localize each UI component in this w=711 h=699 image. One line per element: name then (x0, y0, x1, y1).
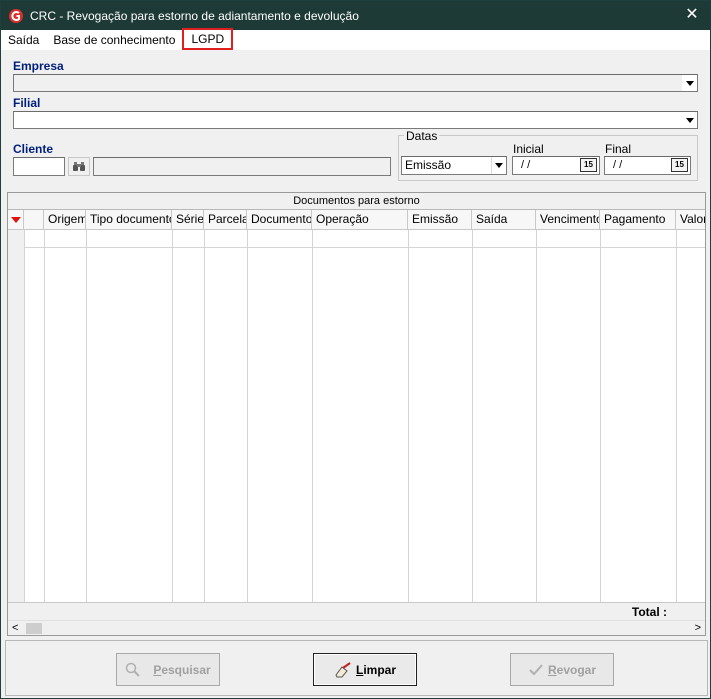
window-title: CRC - Revogação para estorno de adiantam… (30, 8, 359, 23)
empresa-dropdown-button[interactable] (682, 75, 697, 91)
grid-caption: Documentos para estorno (8, 193, 705, 210)
grid-line (86, 230, 87, 602)
col-origem[interactable]: Origem (44, 210, 86, 230)
chevron-down-icon (685, 80, 694, 86)
filial-label: Filial (13, 96, 41, 110)
filial-combo[interactable] (13, 111, 698, 129)
col-serie[interactable]: Série (172, 210, 204, 230)
revogar-label: evogar (556, 662, 597, 677)
grid-line (600, 230, 601, 602)
menu-base-conhecimento[interactable]: Base de conhecimento (46, 30, 182, 50)
grid-line (44, 230, 45, 602)
grid-line (24, 230, 25, 602)
title-bar: CRC - Revogação para estorno de adiantam… (1, 1, 710, 30)
grid-line (676, 230, 677, 602)
calendar-icon[interactable]: 15 (671, 158, 688, 172)
main-window: CRC - Revogação para estorno de adiantam… (0, 0, 711, 699)
final-date-value: / / (613, 159, 623, 171)
inicial-label: Inicial (513, 142, 544, 156)
sort-indicator-cell[interactable] (8, 210, 24, 230)
col-emissao[interactable]: Emissão (408, 210, 472, 230)
grid-line (408, 230, 409, 602)
grid-line (172, 230, 173, 602)
datas-type-select[interactable]: Emissão (401, 156, 507, 175)
calendar-icon[interactable]: 15 (580, 158, 597, 172)
datas-label: Datas (404, 129, 440, 143)
eraser-icon (335, 661, 351, 677)
menu-lgpd[interactable]: LGPD (182, 28, 234, 50)
cliente-code-input[interactable] (13, 157, 65, 176)
total-label: Total : (631, 605, 667, 619)
grid-total-bar: Total : (8, 602, 705, 620)
chevron-down-icon (495, 163, 503, 168)
grid-line (472, 230, 473, 602)
pesquisar-mnemonic: P (153, 662, 162, 677)
final-label: Final (605, 142, 632, 156)
pesquisar-button[interactable]: Pesquisar (116, 653, 220, 686)
scroll-right-icon[interactable]: > (695, 621, 701, 635)
col-operacao[interactable]: Operação (312, 210, 408, 230)
final-date-input[interactable]: / / 15 (604, 156, 691, 175)
empresa-combo[interactable] (13, 74, 698, 92)
grid-line (204, 230, 205, 602)
checkmark-icon (529, 663, 543, 675)
binoculars-icon (73, 161, 85, 171)
grid-line (247, 230, 248, 602)
col-saida[interactable]: Saída (472, 210, 536, 230)
row-indicator-column (8, 230, 24, 602)
filial-dropdown-button[interactable] (682, 112, 697, 128)
scroll-left-icon[interactable]: < (12, 621, 18, 635)
limpar-mnemonic: L (355, 662, 364, 677)
col-tipo-documento[interactable]: Tipo documento (86, 210, 172, 230)
horizontal-scrollbar[interactable]: < > (8, 620, 705, 635)
search-icon (126, 662, 141, 677)
empresa-label: Empresa (13, 59, 64, 73)
grid-line (312, 230, 313, 602)
row-select-header[interactable] (24, 210, 44, 230)
pesquisar-label: esquisar (161, 662, 211, 677)
revogar-button[interactable]: Revogar (510, 653, 614, 686)
limpar-button[interactable]: Limpar (313, 653, 417, 686)
documents-grid[interactable]: Documentos para estorno Origem Tipo docu… (7, 192, 706, 636)
col-vencimento[interactable]: Vencimento (536, 210, 600, 230)
action-bar: Pesquisar Limpar Revogar (5, 640, 708, 696)
col-pagamento[interactable]: Pagamento (600, 210, 676, 230)
cliente-name-field (93, 157, 391, 176)
col-documento[interactable]: Documento (247, 210, 312, 230)
close-icon[interactable]: ✕ (682, 5, 702, 25)
empresa-value (14, 77, 17, 89)
limpar-label: impar (363, 662, 397, 677)
chevron-down-icon (685, 117, 694, 123)
cliente-search-button[interactable] (68, 157, 90, 176)
grid-header: Origem Tipo documento Série Parcela Docu… (8, 210, 705, 230)
col-parcela[interactable]: Parcela (204, 210, 247, 230)
datas-type-value: Emissão (405, 158, 452, 172)
menu-saida[interactable]: Saída (1, 30, 46, 50)
revogar-mnemonic: R (547, 662, 557, 677)
datas-type-dropdown-button[interactable] (491, 157, 506, 174)
scroll-thumb[interactable] (26, 623, 42, 634)
filial-value (14, 114, 17, 126)
grid-line (536, 230, 537, 602)
col-valor[interactable]: Valor (676, 210, 705, 230)
sort-down-icon (11, 217, 21, 223)
inicial-date-input[interactable]: / / 15 (512, 156, 600, 175)
menu-bar: Saída Base de conhecimento LGPD (1, 28, 710, 50)
app-logo-icon (7, 7, 25, 25)
inicial-date-value: / / (521, 159, 531, 171)
cliente-label: Cliente (13, 142, 54, 156)
